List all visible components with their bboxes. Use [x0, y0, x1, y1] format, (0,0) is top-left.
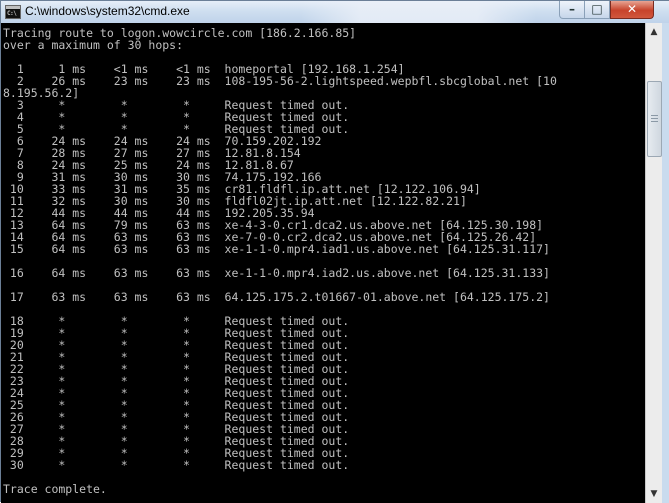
- icon-titlebar-strip: [6, 6, 20, 9]
- icon-prompt-text: C:\: [7, 10, 17, 17]
- thumb-grip-line: [651, 121, 658, 122]
- vertical-scrollbar[interactable]: ▲ ▼: [645, 23, 662, 503]
- close-icon: ✕: [626, 2, 638, 16]
- console-text: Tracing route to logon.wowcircle.com [18…: [1, 23, 645, 495]
- thumb-grip-line: [651, 118, 658, 119]
- console-line: Trace complete.: [3, 482, 107, 496]
- console-line: 16 64 ms 63 ms 63 ms xe-1-1-0.mpr4.iad2.…: [3, 266, 550, 280]
- console-line: over a maximum of 30 hops:: [3, 38, 184, 52]
- window-frame-right: [662, 23, 669, 503]
- thumb-grip-line: [651, 115, 658, 116]
- cmd-app-icon[interactable]: C:\: [5, 5, 21, 19]
- console-output[interactable]: Tracing route to logon.wowcircle.com [18…: [1, 23, 645, 503]
- scroll-up-arrow-icon[interactable]: ▲: [647, 24, 661, 40]
- title-bar-glass: [301, 1, 536, 23]
- console-line: 30 * * * Request timed out.: [3, 458, 350, 472]
- console-line: 15 64 ms 63 ms 63 ms xe-1-1-0.mpr4.iad1.…: [3, 242, 550, 256]
- cmd-window: C:\ C:\windows\system32\cmd.exe – □ ✕ Tr…: [0, 0, 669, 503]
- scroll-down-arrow-icon[interactable]: ▼: [647, 486, 661, 502]
- close-button[interactable]: ✕: [610, 1, 654, 19]
- console-line: 17 63 ms 63 ms 63 ms 64.125.175.2.t01667…: [3, 290, 550, 304]
- scroll-thumb[interactable]: [647, 81, 662, 157]
- window-title: C:\windows\system32\cmd.exe: [25, 4, 190, 18]
- maximize-icon: □: [591, 2, 603, 16]
- console-line: 2 26 ms 23 ms 23 ms 108-195-56-2.lightsp…: [3, 74, 557, 88]
- minimize-icon: –: [569, 2, 575, 16]
- minimize-button[interactable]: –: [559, 1, 585, 19]
- maximize-button[interactable]: □: [585, 1, 610, 19]
